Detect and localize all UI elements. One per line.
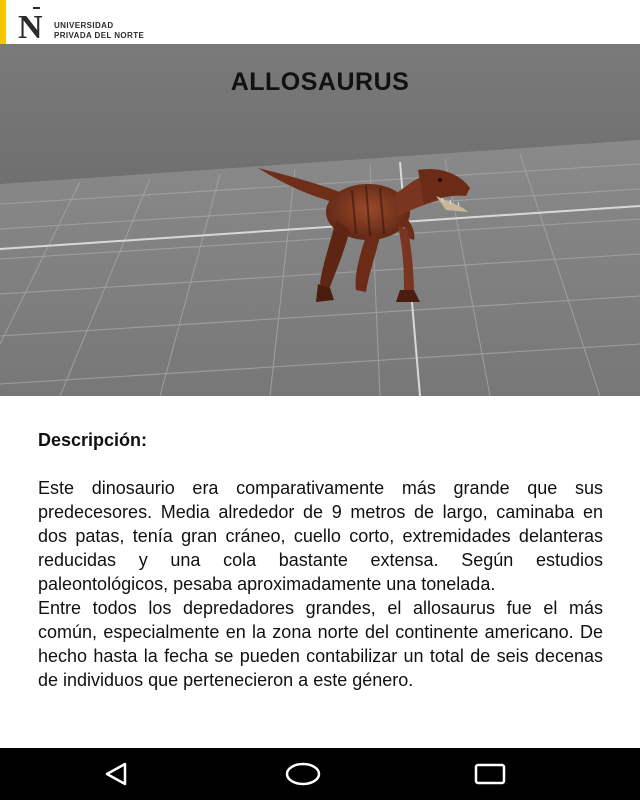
brand-line-2: PRIVADA DEL NORTE	[54, 31, 145, 40]
grid-floor	[0, 140, 640, 396]
description-paragraph-1: Este dinosaurio era comparativamente más…	[38, 478, 603, 594]
home-circle-icon[interactable]	[283, 760, 323, 788]
app-header: N UNIVERSIDAD PRIVADA DEL NORTE	[0, 0, 640, 44]
description-paragraph-2: Entre todos los depredadores grandes, el…	[38, 598, 603, 690]
model-title: ALLOSAURUS	[230, 68, 410, 96]
3d-model-viewer[interactable]: ALLOSAURUS	[0, 44, 640, 396]
android-navigation-bar	[0, 748, 640, 800]
svg-text:N: N	[18, 9, 43, 41]
description-section: Descripción: Este dinosaurio era compara…	[38, 428, 603, 692]
brand-line-1: UNIVERSIDAD	[54, 21, 114, 30]
university-name: UNIVERSIDAD PRIVADA DEL NORTE	[54, 21, 144, 41]
upn-logo-icon: N	[18, 7, 43, 41]
recents-square-icon[interactable]	[470, 760, 510, 788]
description-heading: Descripción:	[38, 430, 148, 450]
brand-accent-bar	[0, 0, 6, 44]
back-triangle-icon[interactable]	[96, 760, 136, 788]
